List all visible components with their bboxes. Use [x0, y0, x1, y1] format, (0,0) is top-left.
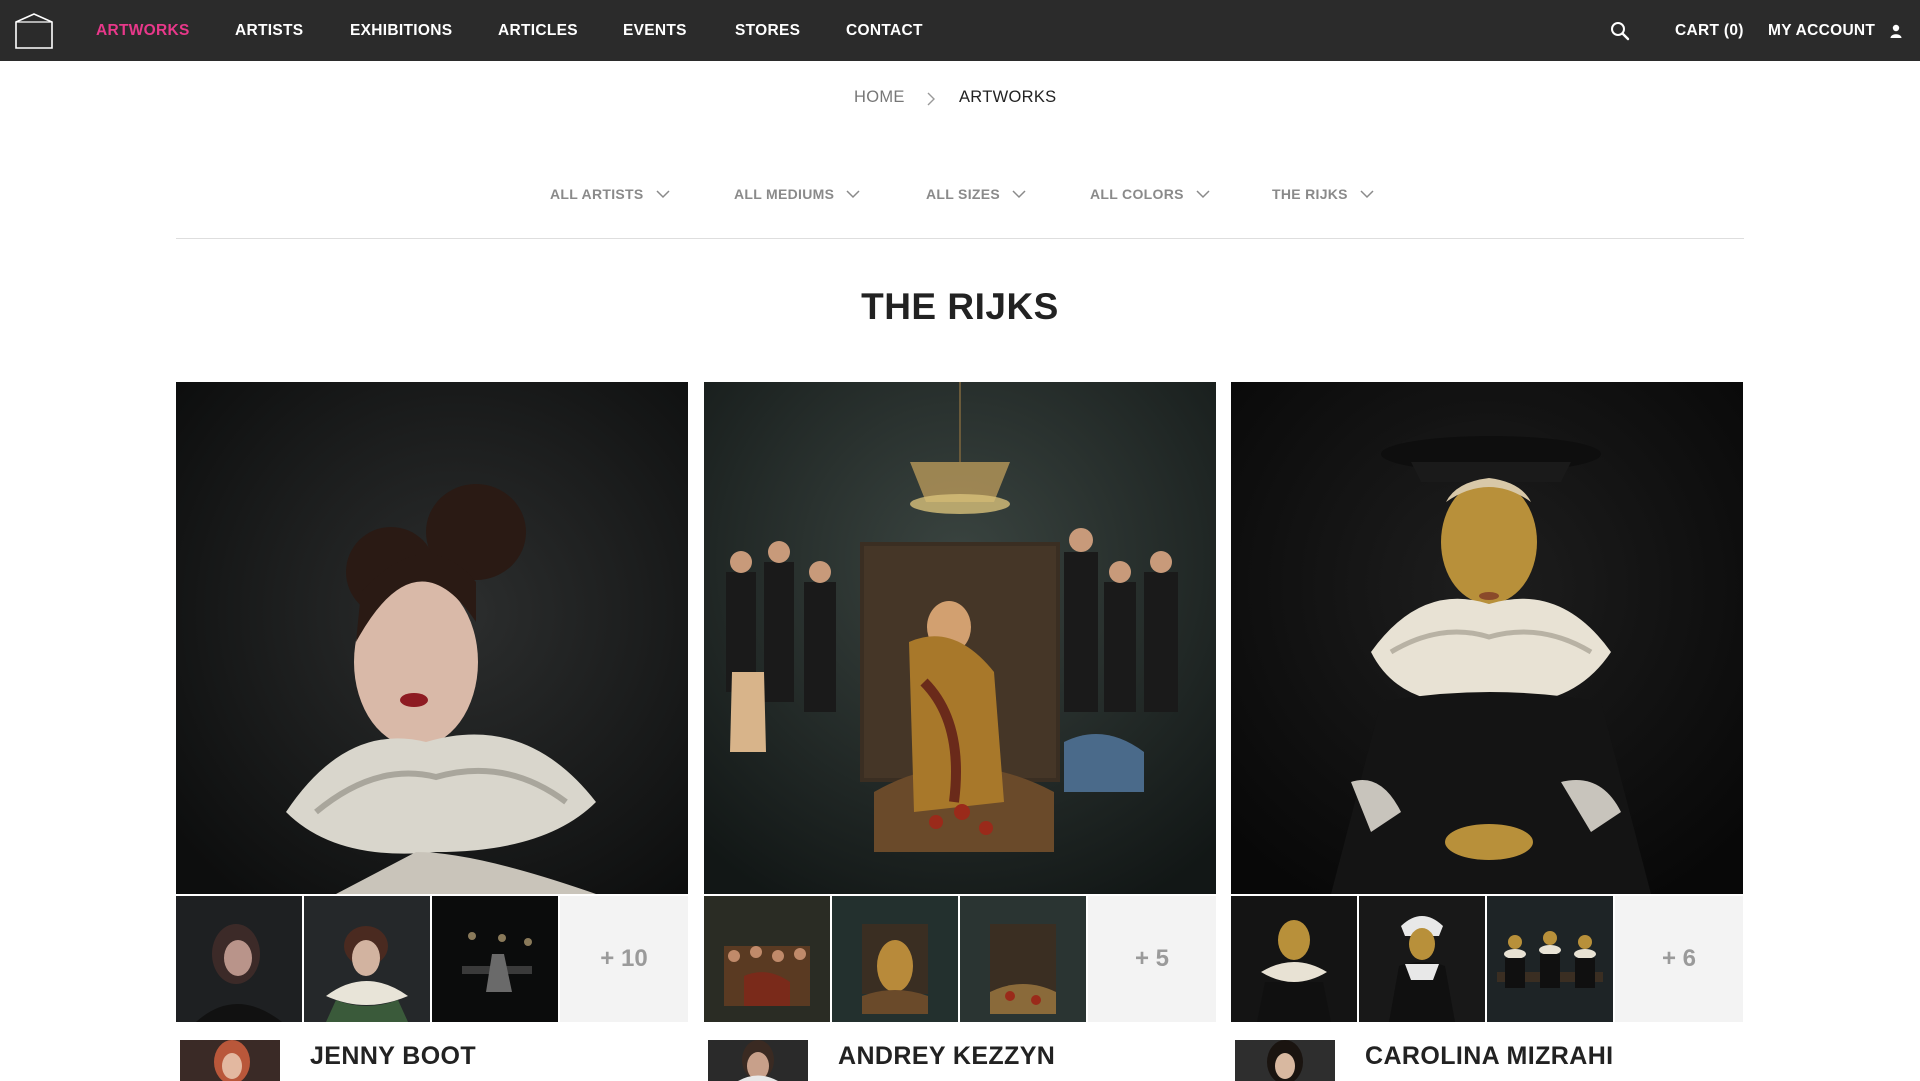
nav-contact[interactable]: CONTACT — [846, 0, 923, 61]
filter-divider — [176, 238, 1744, 239]
nav-stores[interactable]: STORES — [735, 0, 800, 61]
thumbnail[interactable] — [1487, 896, 1613, 1022]
artist-row: ANDREY KEZZYN — [704, 1036, 1216, 1081]
chevron-down-icon — [846, 190, 860, 199]
artwork-image[interactable] — [1231, 382, 1743, 894]
artist-row: CAROLINA MIZRAHI — [1231, 1036, 1743, 1081]
filter-artists[interactable]: ALL ARTISTS — [550, 186, 670, 202]
more-thumbnails-button[interactable]: + 6 — [1615, 896, 1743, 1022]
thumbnail[interactable] — [1359, 896, 1485, 1022]
artist-card: + 6 CAROLINA MIZRAHI — [1231, 382, 1743, 1081]
chevron-down-icon — [1196, 190, 1210, 199]
artist-card: + 10 JENNY BOOT — [176, 382, 688, 1081]
thumbnail[interactable] — [1231, 896, 1357, 1022]
nav-artists[interactable]: ARTISTS — [235, 0, 303, 61]
search-icon[interactable] — [1609, 20, 1631, 42]
filter-label: ALL SIZES — [926, 186, 1001, 202]
filter-mediums[interactable]: ALL MEDIUMS — [734, 186, 860, 202]
avatar[interactable] — [1235, 1040, 1335, 1081]
filter-colors[interactable]: ALL COLORS — [1090, 186, 1210, 202]
thumbnail-strip: + 6 — [1231, 896, 1743, 1022]
filter-label: THE RIJKS — [1272, 186, 1348, 202]
filter-label: ALL ARTISTS — [550, 186, 644, 202]
thumbnail-strip: + 5 — [704, 896, 1216, 1022]
chevron-right-icon — [927, 92, 935, 106]
thumbnail[interactable] — [432, 896, 558, 1022]
filter-label: ALL MEDIUMS — [734, 186, 835, 202]
cart-link[interactable]: CART (0) — [1675, 0, 1744, 61]
thumbnail[interactable] — [176, 896, 302, 1022]
my-account-link[interactable]: MY ACCOUNT — [1768, 0, 1902, 61]
page-title: THE RIJKS — [861, 286, 1059, 327]
filter-label: ALL COLORS — [1090, 186, 1184, 202]
thumbnail[interactable] — [832, 896, 958, 1022]
artwork-image[interactable] — [176, 382, 688, 894]
filter-sizes[interactable]: ALL SIZES — [926, 186, 1026, 202]
my-account-label: MY ACCOUNT — [1768, 22, 1876, 39]
chevron-down-icon — [656, 190, 670, 199]
breadcrumb-home[interactable]: HOME — [854, 88, 905, 107]
logo-icon[interactable] — [14, 12, 54, 50]
more-thumbnails-button[interactable]: + 5 — [1088, 896, 1216, 1022]
artist-name[interactable]: JENNY BOOT — [310, 1042, 476, 1071]
chevron-down-icon — [1012, 190, 1026, 199]
filter-bar: ALL ARTISTS ALL MEDIUMS ALL SIZES ALL CO… — [0, 186, 1920, 212]
breadcrumb-current: ARTWORKS — [959, 88, 1057, 106]
thumbnail[interactable] — [304, 896, 430, 1022]
avatar[interactable] — [708, 1040, 808, 1081]
more-thumbnails-button[interactable]: + 10 — [560, 896, 688, 1022]
nav-exhibitions[interactable]: EXHIBITIONS — [350, 0, 452, 61]
breadcrumb: HOME ARTWORKS — [0, 88, 1920, 112]
user-icon — [1890, 24, 1902, 38]
nav-artworks[interactable]: ARTWORKS — [96, 0, 190, 61]
thumbnail[interactable] — [704, 896, 830, 1022]
artwork-image[interactable] — [704, 382, 1216, 894]
top-navigation: ARTWORKS ARTISTS EXHIBITIONS ARTICLES EV… — [0, 0, 1920, 61]
chevron-down-icon — [1360, 190, 1374, 199]
nav-events[interactable]: EVENTS — [623, 0, 687, 61]
artist-row: JENNY BOOT — [176, 1036, 688, 1081]
avatar[interactable] — [180, 1040, 280, 1081]
artist-name[interactable]: CAROLINA MIZRAHI — [1365, 1042, 1614, 1071]
thumbnail[interactable] — [960, 896, 1086, 1022]
filter-collection[interactable]: THE RIJKS — [1272, 186, 1374, 202]
thumbnail-strip: + 10 — [176, 896, 688, 1022]
artist-name[interactable]: ANDREY KEZZYN — [838, 1042, 1055, 1071]
artist-card: + 5 ANDREY KEZZYN — [704, 382, 1216, 1081]
nav-articles[interactable]: ARTICLES — [498, 0, 578, 61]
